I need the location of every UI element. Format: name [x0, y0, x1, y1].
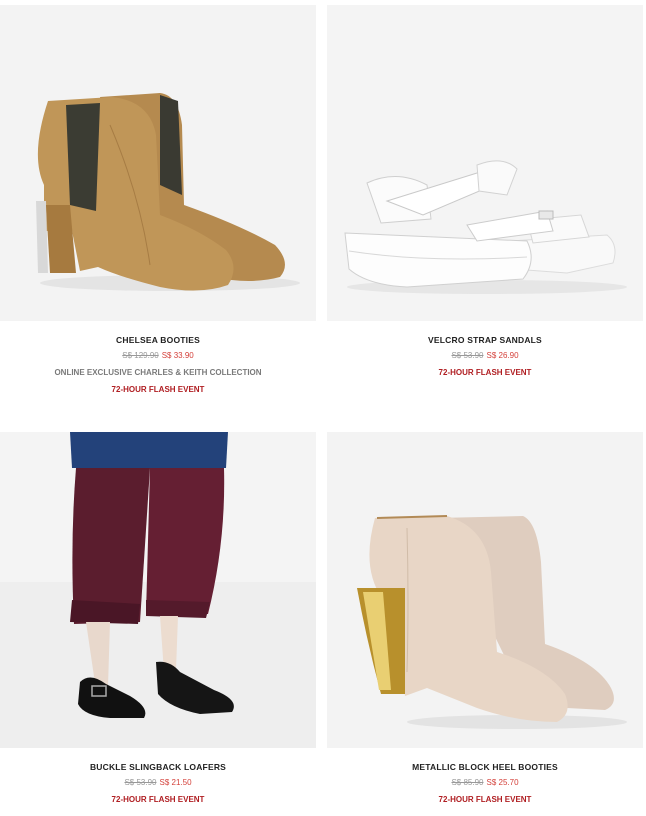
flash-event-label: 72-HOUR FLASH EVENT — [111, 795, 205, 804]
original-price: S$ 53.90 — [451, 351, 484, 360]
product-image-velcro-strap-sandals[interactable] — [327, 5, 643, 321]
flash-event-label: 72-HOUR FLASH EVENT — [111, 385, 205, 394]
sale-price: S$ 25.70 — [486, 778, 519, 787]
original-price: S$ 53.90 — [124, 778, 157, 787]
product-image-buckle-slingback-loafers[interactable] — [0, 432, 316, 748]
product-prices: S$ 53.90 S$ 26.90 — [327, 350, 643, 362]
product-card[interactable]: BUCKLE SLINGBACK LOAFERS S$ 53.90 S$ 21.5… — [0, 432, 316, 806]
product-name[interactable]: VELCRO STRAP SANDALS — [327, 334, 643, 346]
flash-event-label: 72-HOUR FLASH EVENT — [438, 368, 532, 377]
product-card[interactable]: METALLIC BLOCK HEEL BOOTIES S$ 85.90 S$ 2… — [327, 432, 643, 806]
original-price: S$ 129.90 — [122, 351, 159, 360]
product-card[interactable]: VELCRO STRAP SANDALS S$ 53.90 S$ 26.90 72… — [327, 5, 643, 379]
product-image-chelsea-booties[interactable] — [0, 5, 316, 321]
exclusive-note: ONLINE EXCLUSIVE CHARLES & KEITH COLLECT… — [54, 368, 262, 377]
product-grid: CHELSEA BOOTIES S$ 129.90 S$ 33.90 ONLINE… — [0, 0, 646, 816]
product-prices: S$ 53.90 S$ 21.50 — [0, 777, 316, 789]
original-price: S$ 85.90 — [451, 778, 484, 787]
product-prices: S$ 129.90 S$ 33.90 — [0, 350, 316, 362]
product-card[interactable]: CHELSEA BOOTIES S$ 129.90 S$ 33.90 ONLINE… — [0, 5, 316, 396]
product-prices: S$ 85.90 S$ 25.70 — [327, 777, 643, 789]
sale-price: S$ 21.50 — [159, 778, 192, 787]
flash-event-label: 72-HOUR FLASH EVENT — [438, 795, 532, 804]
product-name[interactable]: CHELSEA BOOTIES — [0, 334, 316, 346]
sale-price: S$ 33.90 — [161, 351, 194, 360]
sale-price: S$ 26.90 — [486, 351, 519, 360]
product-name[interactable]: METALLIC BLOCK HEEL BOOTIES — [327, 761, 643, 773]
product-name[interactable]: BUCKLE SLINGBACK LOAFERS — [0, 761, 316, 773]
product-image-metallic-block-heel-booties[interactable] — [327, 432, 643, 748]
